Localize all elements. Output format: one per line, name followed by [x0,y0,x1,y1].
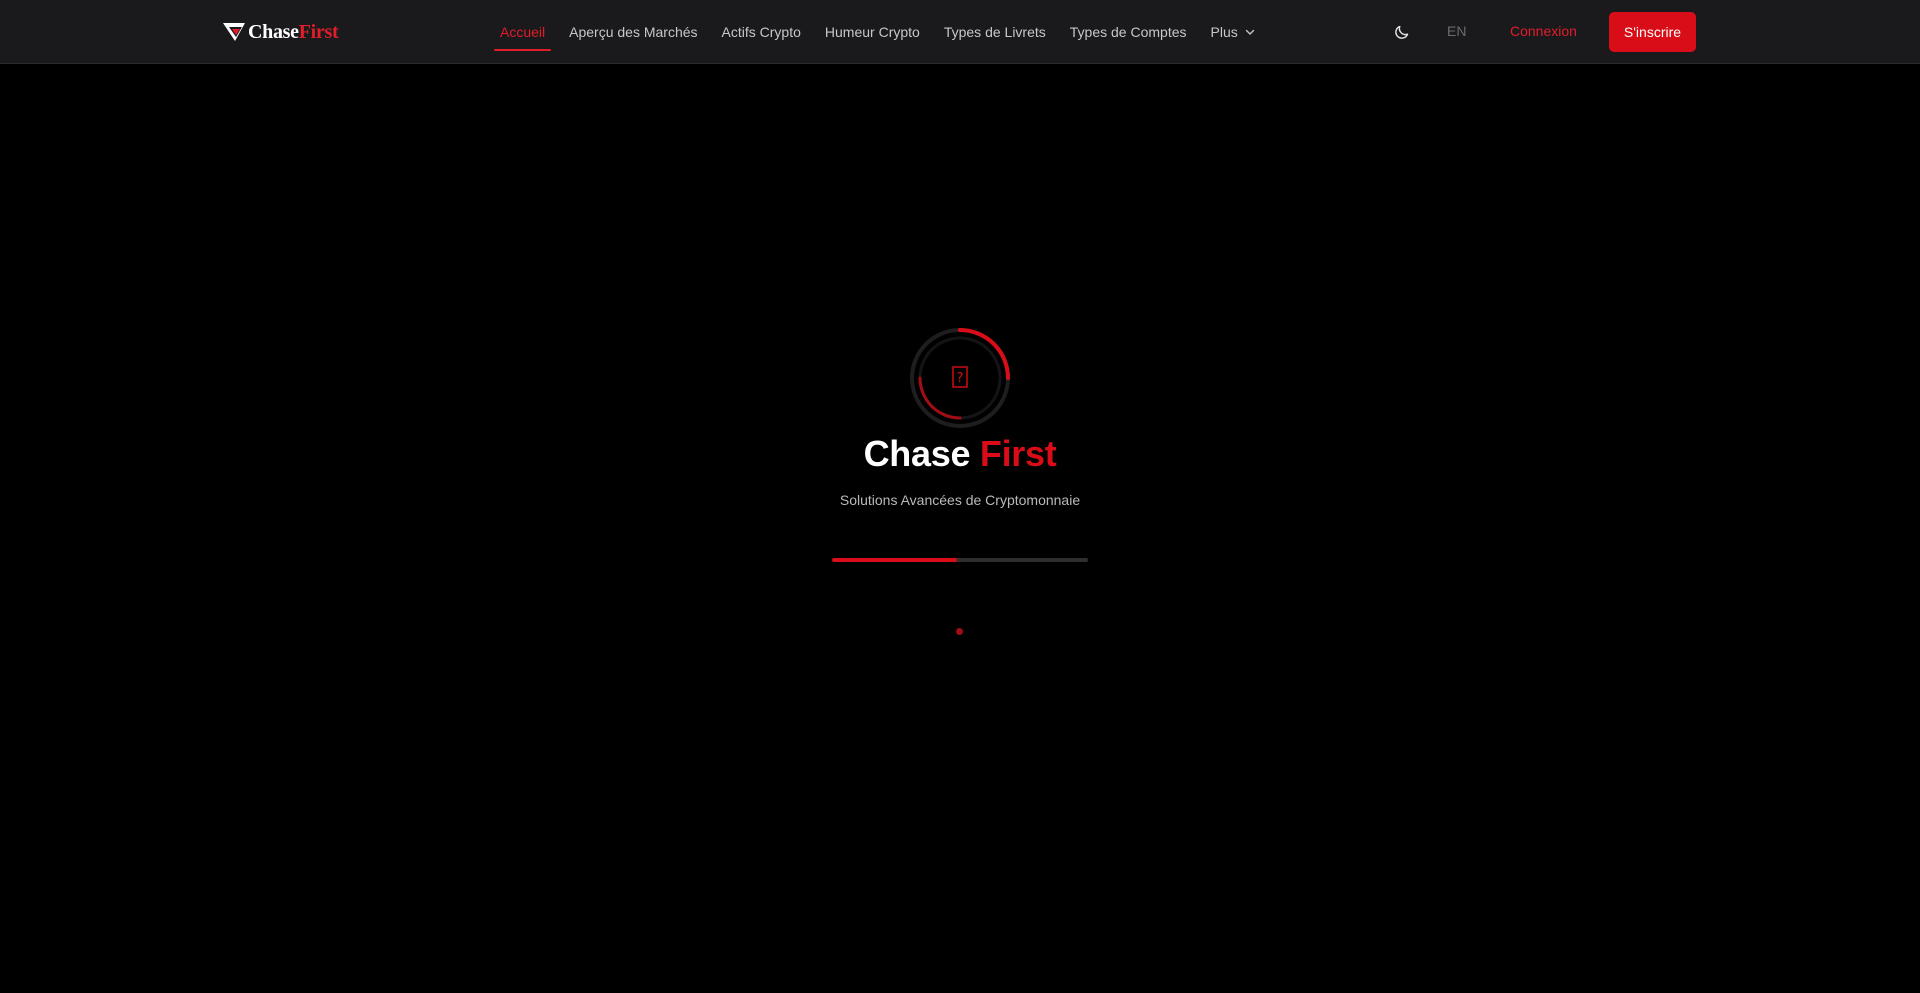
nav-item-label: Aperçu des Marchés [569,24,698,40]
nav-item-label: Accueil [500,24,546,40]
logo-mark-icon [223,23,245,41]
nav-item-label: Types de Comptes [1069,24,1187,40]
title-word-chase: Chase [863,433,971,474]
nav-item-apercu-marches[interactable]: Aperçu des Marchés [557,0,709,64]
top-navbar: ChaseFirst Accueil Aperçu des Marchés Ac… [0,0,1920,64]
nav-item-accueil[interactable]: Accueil [488,0,557,64]
loading-brand-title: Chase First [0,433,1920,475]
nav-item-label: Plus [1210,24,1238,40]
nav-item-actifs-crypto[interactable]: Actifs Crypto [710,0,813,64]
loading-dot-indicator [956,628,963,635]
missing-glyph-icon: ? [947,364,973,390]
nav-item-humeur-crypto[interactable]: Humeur Crypto [813,0,932,64]
nav-item-types-livrets[interactable]: Types de Livrets [932,0,1058,64]
loading-progress-fill [832,558,958,562]
signup-button[interactable]: S'inscrire [1609,12,1696,52]
logo-word-chase: Chase [248,20,299,43]
glyph-char: ? [957,371,964,386]
loading-progress-bar [832,558,1088,562]
brand-logo[interactable]: ChaseFirst [223,19,339,45]
main-nav: Accueil Aperçu des Marchés Actifs Crypto… [488,0,1268,64]
nav-item-types-comptes[interactable]: Types de Comptes [1058,0,1199,64]
theme-toggle-button[interactable] [1392,22,1412,42]
title-word-first: First [979,433,1057,474]
logo-wordmark: ChaseFirst [248,20,339,44]
nav-item-label: Humeur Crypto [824,24,920,40]
nav-item-plus-dropdown[interactable]: Plus [1199,0,1268,64]
nav-item-label: Types de Livrets [943,24,1046,40]
language-switch[interactable]: EN [1447,23,1466,39]
chevron-down-icon [1244,26,1256,38]
moon-icon [1395,25,1409,39]
login-link[interactable]: Connexion [1510,23,1577,39]
logo-word-first: First [298,20,339,43]
nav-item-label: Actifs Crypto [721,24,801,40]
loading-tagline: Solutions Avancées de Cryptomonnaie [839,492,1081,508]
